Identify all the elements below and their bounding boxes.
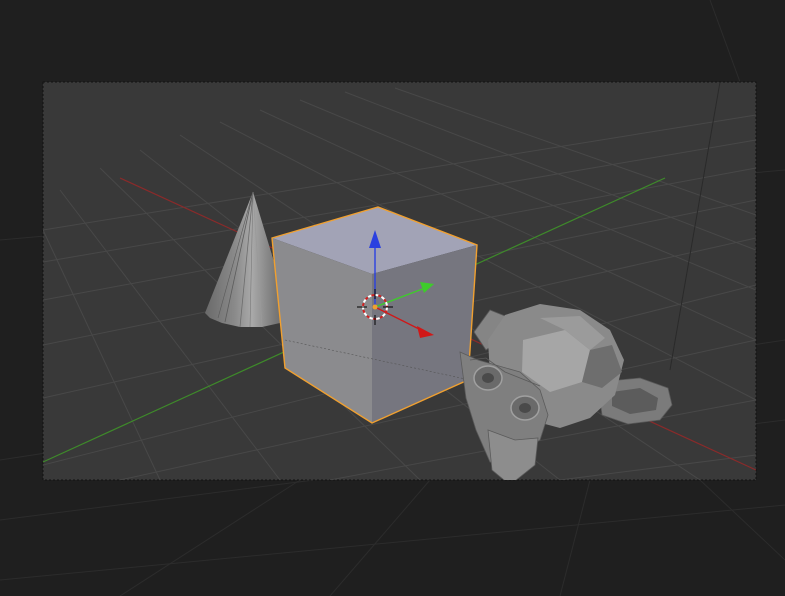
- 3d-viewport[interactable]: [0, 0, 785, 596]
